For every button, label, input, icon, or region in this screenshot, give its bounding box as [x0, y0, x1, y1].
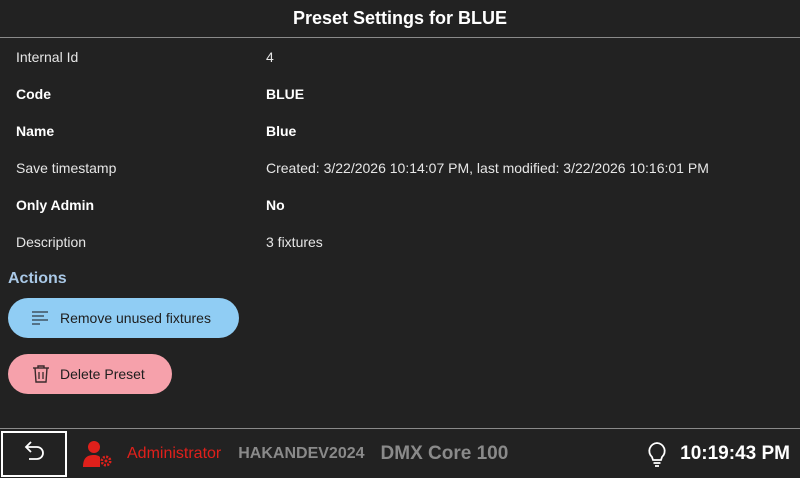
delete-preset-button[interactable]: Delete Preset	[8, 354, 172, 394]
remove-unused-fixtures-label: Remove unused fixtures	[60, 310, 211, 326]
page-title: Preset Settings for BLUE	[292, 8, 508, 28]
product-name-label: DMX Core 100	[380, 442, 509, 464]
property-value: 4	[266, 48, 274, 65]
property-value: No	[266, 196, 285, 213]
property-row-only-admin: Only Admin No	[0, 186, 800, 223]
property-value: 3 fixtures	[266, 233, 323, 250]
property-label: Internal Id	[16, 48, 79, 65]
user-role-label: Administrator	[127, 444, 222, 462]
properties-list: Internal Id 4 Code BLUE Name Blue Save t…	[0, 38, 800, 260]
undo-arrow-icon	[21, 439, 47, 468]
user-gear-icon	[83, 440, 113, 468]
trash-icon	[32, 364, 50, 384]
clock-time: 10:19:43 PM	[680, 442, 790, 464]
property-row-description: Description 3 fixtures	[0, 223, 800, 260]
property-row-code: Code BLUE	[0, 75, 800, 112]
remove-unused-fixtures-button[interactable]: Remove unused fixtures	[8, 298, 239, 338]
property-label: Description	[16, 233, 87, 250]
property-row-name: Name Blue	[0, 112, 800, 149]
filter-lines-icon	[30, 310, 50, 326]
property-label: Save timestamp	[16, 159, 117, 176]
property-label: Code	[16, 85, 51, 102]
preset-settings-screen: Preset Settings for BLUE Internal Id 4 C…	[0, 0, 800, 478]
delete-preset-label: Delete Preset	[60, 366, 145, 382]
property-value: BLUE	[266, 85, 305, 102]
host-name-label: HAKANDEV2024	[238, 444, 365, 462]
property-row-internal-id: Internal Id 4	[0, 38, 800, 75]
property-value: Blue	[266, 122, 297, 139]
lightbulb-icon[interactable]	[646, 441, 668, 467]
footer-bar: Administrator HAKANDEV2024 DMX Core 100 …	[0, 428, 800, 478]
property-value: Created: 3/22/2026 10:14:07 PM, last mod…	[266, 159, 709, 176]
actions-heading: Actions	[8, 270, 67, 287]
property-label: Only Admin	[16, 196, 95, 213]
property-row-save-timestamp: Save timestamp Created: 3/22/2026 10:14:…	[0, 149, 800, 186]
back-button[interactable]	[1, 430, 67, 477]
header-bar: Preset Settings for BLUE	[0, 0, 800, 38]
property-label: Name	[16, 122, 55, 139]
